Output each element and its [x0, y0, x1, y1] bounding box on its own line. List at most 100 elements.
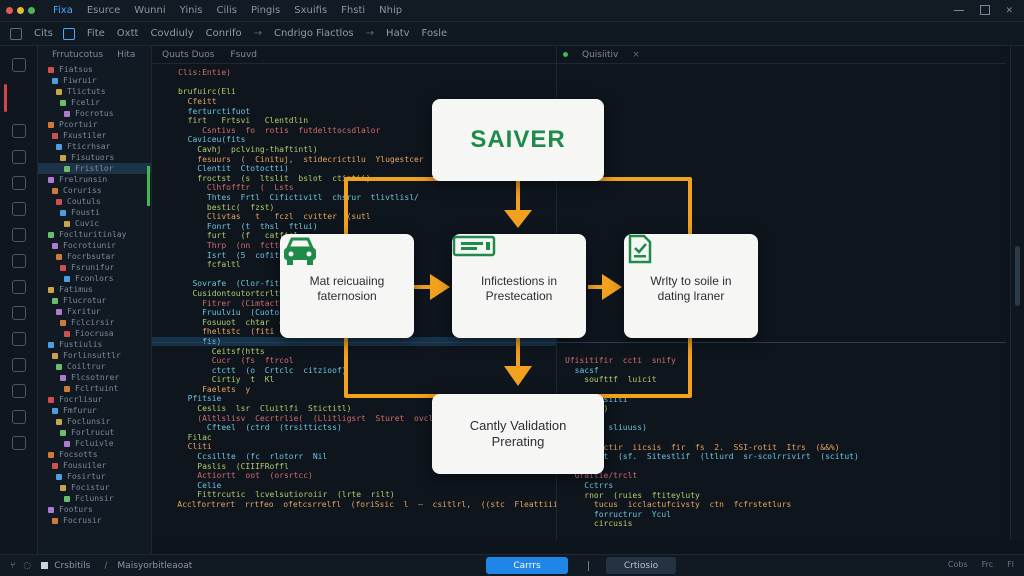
explorer-row[interactable]: Fclcirsir: [38, 317, 151, 328]
debug-icon[interactable]: [12, 150, 26, 164]
explorer-row[interactable]: Fatimus: [38, 284, 151, 295]
menu-item[interactable]: Sxuifis: [294, 5, 327, 16]
minimize-icon[interactable]: [954, 10, 964, 11]
toolbar-item[interactable]: Hatv: [386, 28, 410, 39]
explorer-row[interactable]: Coiltrur: [38, 361, 151, 372]
explorer-row[interactable]: Footurs: [38, 504, 151, 515]
gear-icon[interactable]: [12, 436, 26, 450]
toolbar-item[interactable]: Cits: [34, 28, 53, 39]
menu-item[interactable]: Pingis: [251, 5, 280, 16]
toolbar-item[interactable]: Fite: [87, 28, 105, 39]
explorer-row[interactable]: Focrlisur: [38, 394, 151, 405]
menu-item[interactable]: Fixa: [53, 5, 73, 16]
editor-tab[interactable]: Fsuvd: [230, 50, 257, 60]
menu-item[interactable]: Esurce: [87, 5, 120, 16]
explorer-row[interactable]: Flucrotur: [38, 295, 151, 306]
explorer-row[interactable]: Fousuiler: [38, 460, 151, 471]
explorer-row[interactable]: Forlrucut: [38, 427, 151, 438]
explorer-row[interactable]: Fcelir: [38, 97, 151, 108]
menu-item[interactable]: Nhip: [379, 5, 402, 16]
account-icon[interactable]: [12, 228, 26, 242]
terminal-icon[interactable]: [12, 306, 26, 320]
explorer-icon[interactable]: [12, 58, 26, 72]
stop-icon[interactable]: [41, 562, 49, 569]
explorer-tab[interactable]: Frrutucotus: [52, 50, 103, 60]
explorer-tab[interactable]: Hita: [117, 50, 135, 60]
menu-item[interactable]: Cilis: [216, 5, 237, 16]
maximize-dot-icon[interactable]: [28, 7, 35, 14]
explorer-row[interactable]: Tlictuts: [38, 86, 151, 97]
diagram-card-bottom[interactable]: Cantly Validation Prerating: [432, 394, 604, 474]
explorer-row[interactable]: Fosirtur: [38, 471, 151, 482]
diagram-title-card[interactable]: SAIVER: [432, 99, 604, 181]
explorer-row[interactable]: Fcluivle: [38, 438, 151, 449]
settings-icon[interactable]: [12, 202, 26, 216]
explorer-row[interactable]: Fxritur: [38, 306, 151, 317]
panel-icon[interactable]: [12, 410, 26, 424]
explorer-row[interactable]: Frelrunsin: [38, 174, 151, 185]
explorer-row[interactable]: Fmfurur: [38, 405, 151, 416]
explorer-row[interactable]: Foclunsir: [38, 416, 151, 427]
menu-item[interactable]: Wunni: [134, 5, 165, 16]
problems-icon[interactable]: [12, 332, 26, 346]
close-dot-icon[interactable]: [6, 7, 13, 14]
explorer-row[interactable]: Coruriss: [38, 185, 151, 196]
scrollbar-thumb[interactable]: [1015, 246, 1020, 306]
status-right-item[interactable]: Cobs: [948, 560, 968, 569]
diagram-card-left[interactable]: Mat reicuaiing faternosion: [280, 234, 414, 338]
output-icon[interactable]: [12, 358, 26, 372]
explorer-row[interactable]: Focsotts: [38, 449, 151, 460]
toolbar-item[interactable]: Covdiuly: [150, 28, 193, 39]
explorer-row[interactable]: Focrbsutar: [38, 251, 151, 262]
branch-icon[interactable]: ⑂: [10, 561, 15, 571]
secondary-button[interactable]: Crtiosio: [606, 557, 676, 574]
close-icon[interactable]: ✕: [1006, 4, 1016, 15]
layout-icon[interactable]: [12, 384, 26, 398]
secondary-editor-tab[interactable]: Quisiitiv: [582, 50, 618, 60]
status-right-item[interactable]: Frc: [982, 560, 994, 569]
menu-item[interactable]: Fhsti: [341, 5, 365, 16]
explorer-row[interactable]: Cuvic: [38, 218, 151, 229]
minimize-dot-icon[interactable]: [17, 7, 24, 14]
explorer-row[interactable]: Focrotiunir: [38, 240, 151, 251]
editor-tab[interactable]: Quuts Duos: [162, 50, 214, 60]
explorer-row[interactable]: Flcsotnrer: [38, 372, 151, 383]
toolbar-item[interactable]: Fosle: [422, 28, 448, 39]
toolbar-item[interactable]: Oxtt: [117, 28, 139, 39]
explorer-row[interactable]: Fiatsus: [38, 64, 151, 75]
explorer-row[interactable]: Forlinsuttlr: [38, 350, 151, 361]
explorer-row[interactable]: Fisutuors: [38, 152, 151, 163]
explorer-row[interactable]: Pcortuir: [38, 119, 151, 130]
explorer-row[interactable]: Fustiulis: [38, 339, 151, 350]
explorer-row[interactable]: Fristlor: [38, 163, 151, 174]
explorer-row[interactable]: Focistur: [38, 482, 151, 493]
file-icon[interactable]: [62, 27, 75, 40]
status-path[interactable]: Maisyorbitleaoat: [117, 561, 192, 571]
explorer-row[interactable]: Fxustiler: [38, 130, 151, 141]
diagram-card-center[interactable]: Infictestions in Prestecation: [452, 234, 586, 338]
status-right-item[interactable]: Fl: [1007, 560, 1014, 569]
explorer-row[interactable]: Fconlors: [38, 273, 151, 284]
sync-icon[interactable]: ◌: [23, 561, 31, 571]
source-control-icon[interactable]: [12, 124, 26, 138]
status-left-text[interactable]: Crsbitils: [54, 561, 90, 571]
explorer-row[interactable]: Fsrunifur: [38, 262, 151, 273]
explorer-row[interactable]: Foclturitinlay: [38, 229, 151, 240]
split-icon[interactable]: [10, 27, 22, 40]
menu-item[interactable]: Yinis: [180, 5, 203, 16]
primary-button[interactable]: Carrrs: [486, 557, 568, 574]
diagram-card-right[interactable]: Wrlty to soile in dating lraner: [624, 234, 758, 338]
maximize-icon[interactable]: [980, 5, 990, 15]
toolbar-item[interactable]: Conrifo: [206, 28, 242, 39]
explorer-row[interactable]: Fousti: [38, 207, 151, 218]
vertical-scrollbar[interactable]: [1010, 46, 1024, 540]
explorer-row[interactable]: Focrotus: [38, 108, 151, 119]
explorer-row[interactable]: Fclrtuint: [38, 383, 151, 394]
explorer-row[interactable]: Fiocrusa: [38, 328, 151, 339]
explorer-row[interactable]: Fclunsir: [38, 493, 151, 504]
explorer-row[interactable]: Coutuls: [38, 196, 151, 207]
search-icon[interactable]: [4, 84, 7, 112]
explorer-row[interactable]: Fticrhsar: [38, 141, 151, 152]
extensions-icon[interactable]: [12, 176, 26, 190]
explorer-row[interactable]: Focrusir: [38, 515, 151, 526]
